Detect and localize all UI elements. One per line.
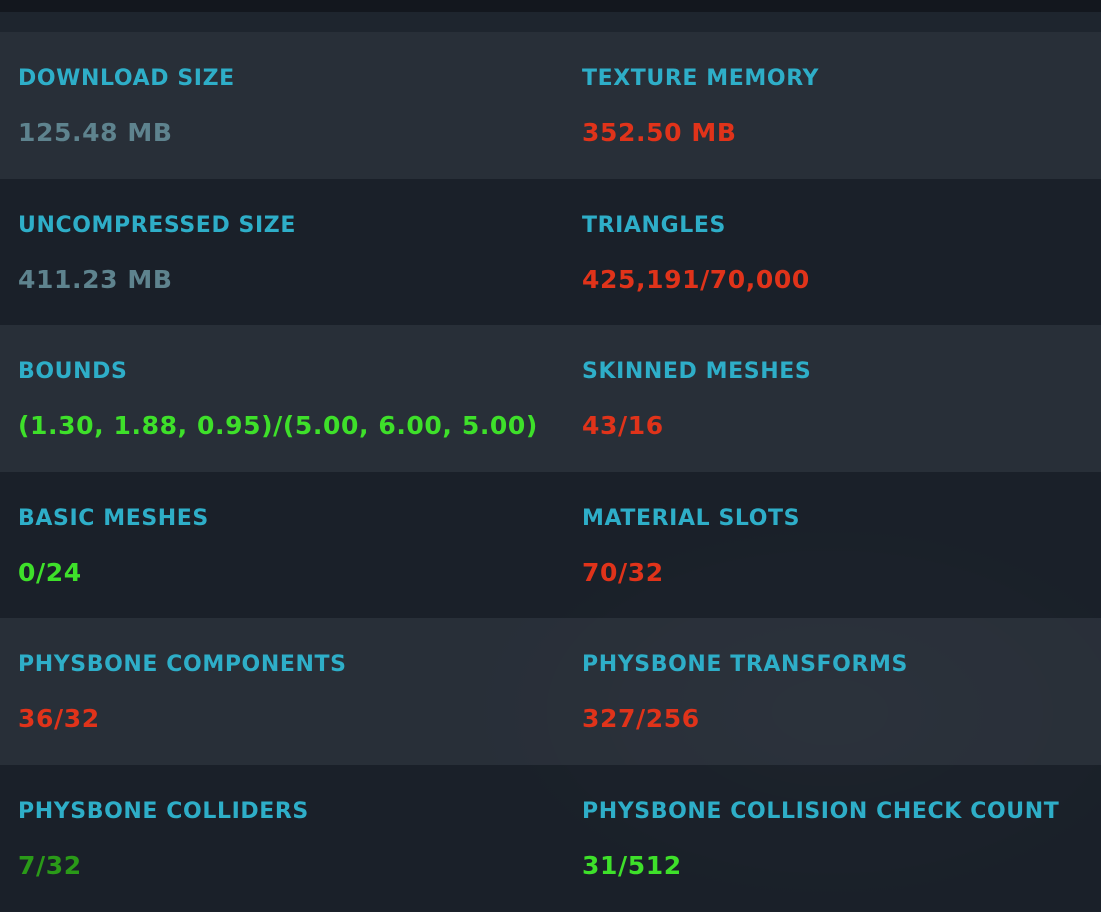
stat-label: TEXTURE MEMORY — [582, 66, 820, 91]
performance-stats-panel: DOWNLOAD SIZE 125.48 MB TEXTURE MEMORY 3… — [0, 32, 1101, 912]
top-spacer — [0, 12, 1101, 32]
stat-label: PHYSBONE COLLISION CHECK COUNT — [582, 798, 1060, 824]
stat-label: DOWNLOAD SIZE — [18, 66, 235, 91]
stat-row: PHYSBONE COMPONENTS 36/32 PHYSBONE TRANS… — [0, 618, 1101, 765]
stat-value: 0/24 — [18, 557, 82, 587]
stat-label: PHYSBONE TRANSFORMS — [582, 652, 908, 677]
stat-skinned-meshes: SKINNED MESHES 43/16 — [564, 325, 1101, 472]
stat-row: DOWNLOAD SIZE 125.48 MB TEXTURE MEMORY 3… — [0, 32, 1101, 179]
stat-uncompressed-size: UNCOMPRESSED SIZE 411.23 MB — [0, 179, 564, 326]
stat-value: 125.48 MB — [18, 118, 173, 147]
stat-basic-meshes: BASIC MESHES 0/24 — [0, 472, 564, 619]
stat-value: (1.30, 1.88, 0.95)/(5.00, 6.00, 5.00) — [18, 411, 538, 440]
stat-value: 425,191/70,000 — [582, 264, 810, 294]
stat-physbone-components: PHYSBONE COMPONENTS 36/32 — [0, 618, 564, 765]
stat-material-slots: MATERIAL SLOTS 70/32 — [564, 472, 1101, 619]
stat-row: PHYSBONE COLLIDERS 7/32 PHYSBONE COLLISI… — [0, 764, 1101, 912]
stat-value: 7/32 — [18, 850, 82, 880]
stat-label: BASIC MESHES — [18, 505, 209, 531]
stat-download-size: DOWNLOAD SIZE 125.48 MB — [0, 32, 564, 179]
stat-texture-memory: TEXTURE MEMORY 352.50 MB — [564, 32, 1101, 179]
stat-label: UNCOMPRESSED SIZE — [18, 212, 296, 238]
stat-row: UNCOMPRESSED SIZE 411.23 MB TRIANGLES 42… — [0, 178, 1101, 326]
stat-label: PHYSBONE COMPONENTS — [18, 652, 347, 677]
stat-value: 327/256 — [582, 704, 700, 733]
stat-value: 70/32 — [582, 557, 664, 587]
stat-label: BOUNDS — [18, 359, 128, 384]
stat-label: PHYSBONE COLLIDERS — [18, 798, 309, 824]
stat-value: 36/32 — [18, 704, 100, 733]
stat-value: 411.23 MB — [18, 264, 173, 294]
stat-row: BOUNDS (1.30, 1.88, 0.95)/(5.00, 6.00, 5… — [0, 325, 1101, 472]
stat-bounds: BOUNDS (1.30, 1.88, 0.95)/(5.00, 6.00, 5… — [0, 325, 564, 472]
stat-triangles: TRIANGLES 425,191/70,000 — [564, 179, 1101, 326]
stat-physbone-collision-check-count: PHYSBONE COLLISION CHECK COUNT 31/512 — [564, 765, 1101, 912]
stat-physbone-transforms: PHYSBONE TRANSFORMS 327/256 — [564, 618, 1101, 765]
stat-value: 352.50 MB — [582, 118, 737, 147]
stat-label: TRIANGLES — [582, 212, 726, 238]
stat-value: 43/16 — [582, 411, 664, 440]
top-bar — [0, 0, 1101, 12]
stat-value: 31/512 — [582, 850, 682, 880]
stat-label: MATERIAL SLOTS — [582, 505, 801, 531]
stat-physbone-colliders: PHYSBONE COLLIDERS 7/32 — [0, 765, 564, 912]
stat-label: SKINNED MESHES — [582, 359, 812, 384]
stat-row: BASIC MESHES 0/24 MATERIAL SLOTS 70/32 — [0, 471, 1101, 619]
